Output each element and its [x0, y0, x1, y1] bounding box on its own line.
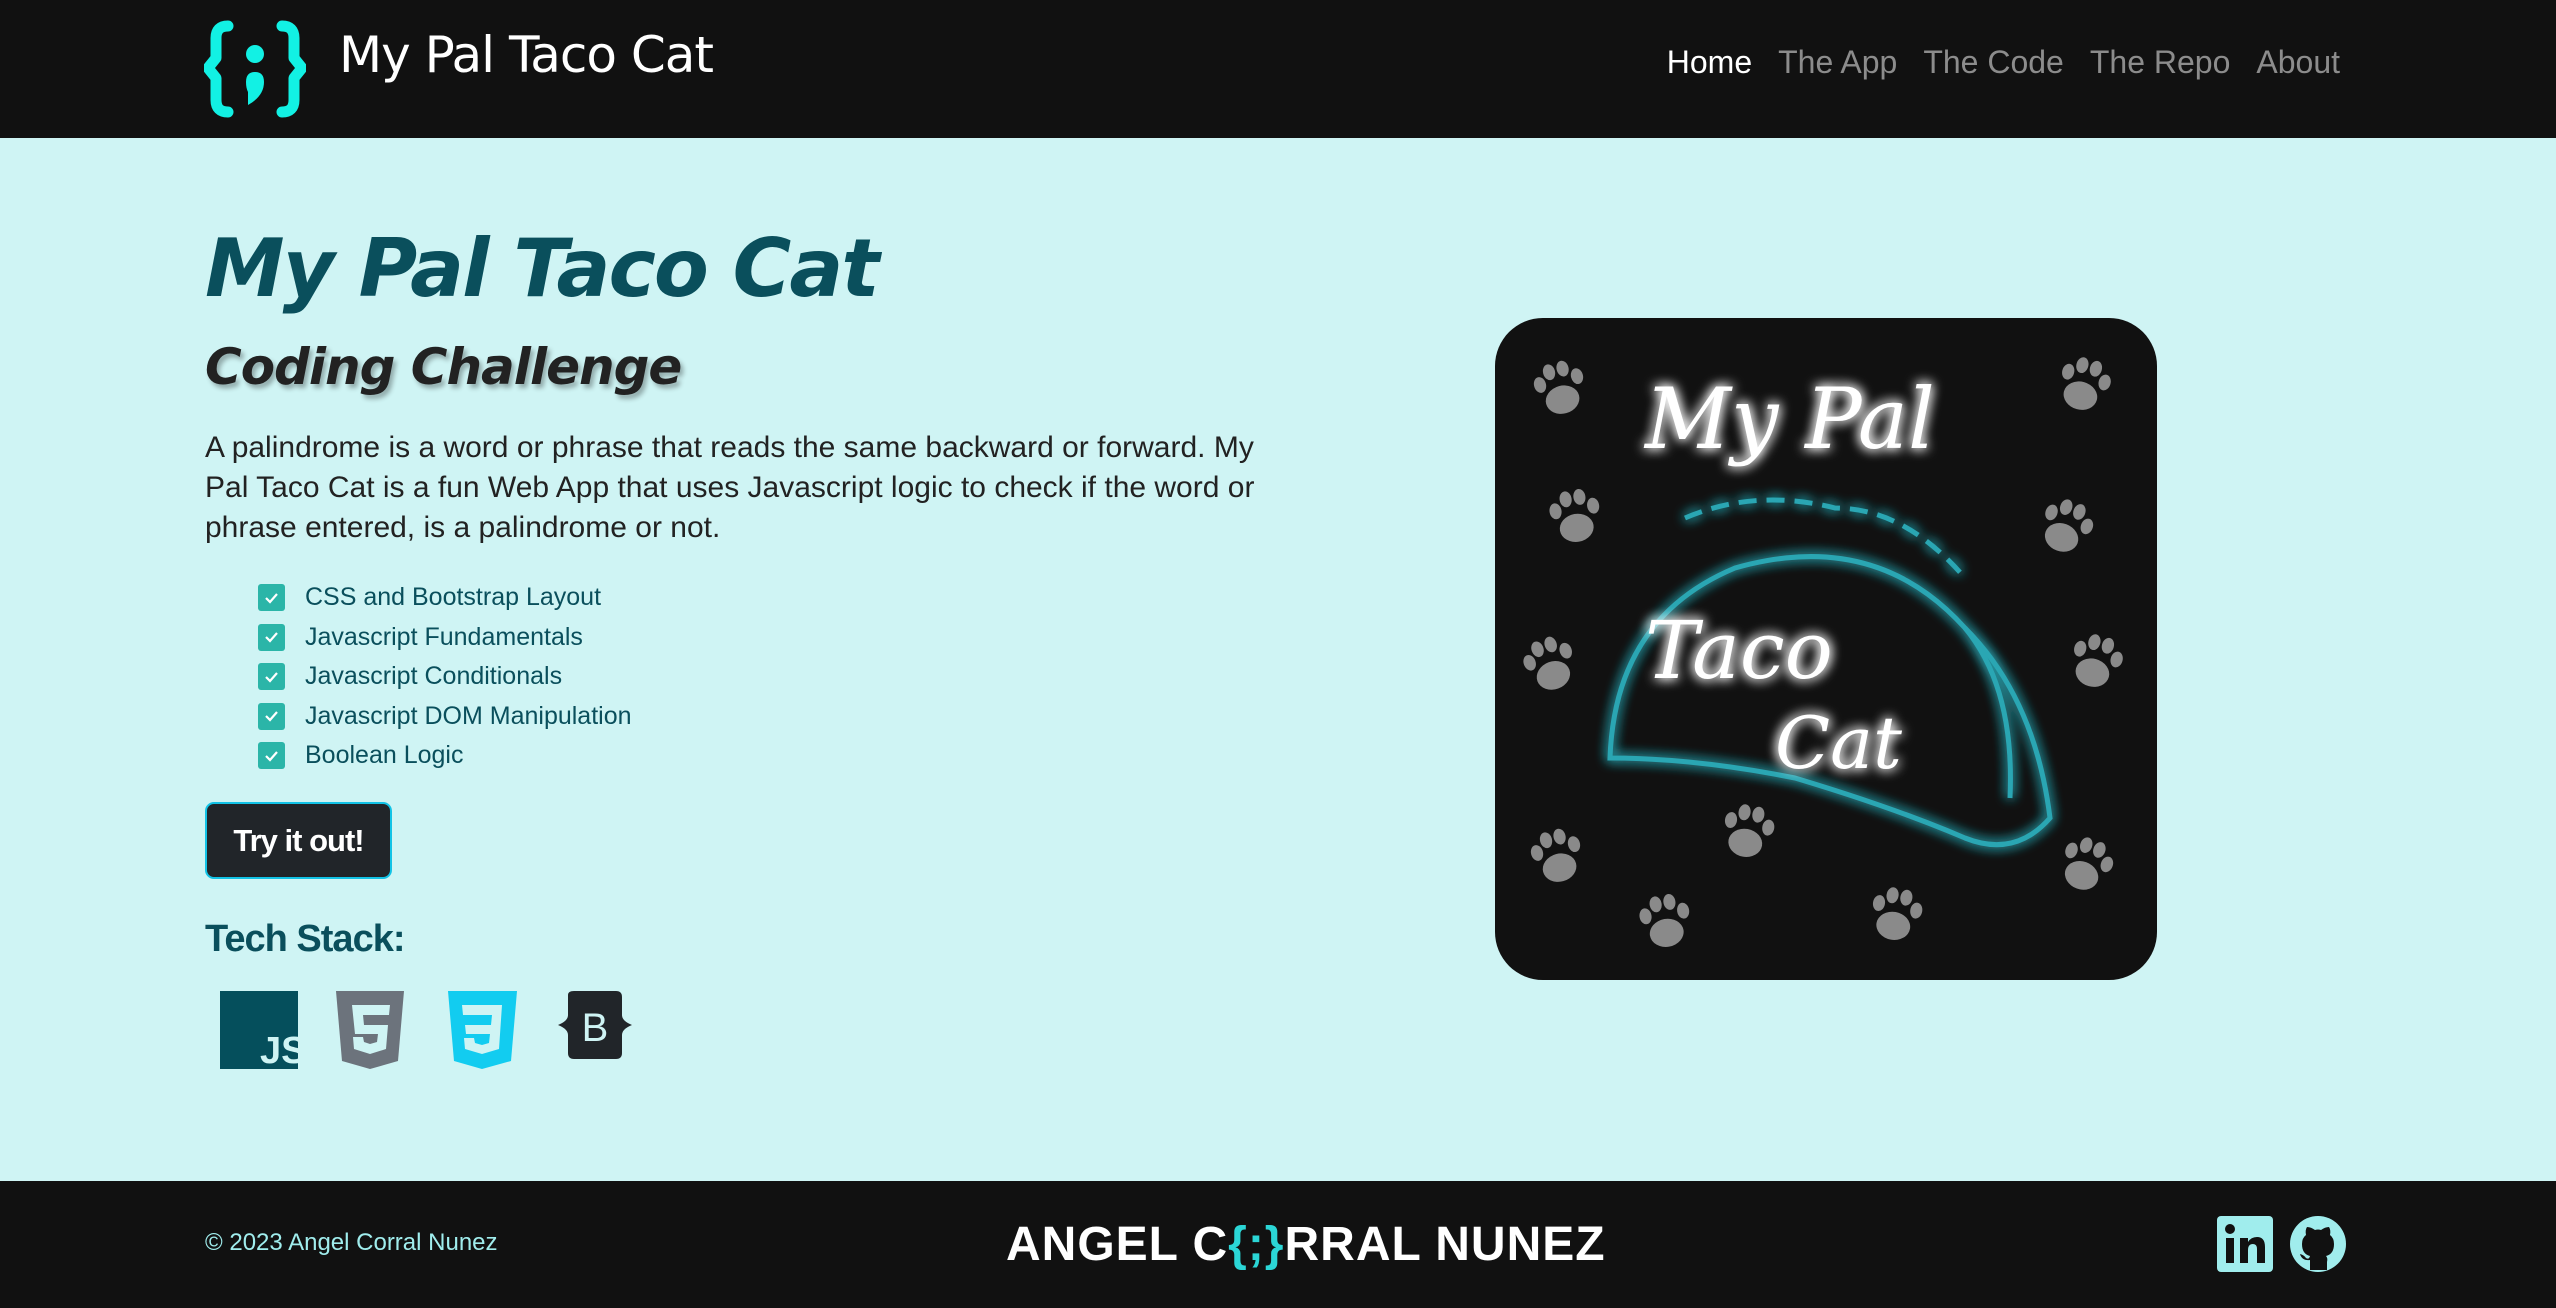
css3-icon [448, 991, 517, 1069]
feature-label: Javascript DOM Manipulation [305, 701, 632, 730]
list-item: CSS and Bootstrap Layout [258, 578, 632, 618]
feature-label: CSS and Bootstrap Layout [305, 583, 602, 612]
nav-the-app[interactable]: The App [1778, 44, 1897, 81]
nav-home[interactable]: Home [1667, 44, 1752, 81]
list-item: Javascript Conditionals [258, 657, 632, 697]
footer-brand-left: ANGEL C [1006, 1218, 1229, 1271]
hero-line-2: Taco [1645, 604, 1833, 697]
main-nav: Home The App The Code The Repo About [1667, 44, 2340, 81]
footer-brand: ANGEL C{;}RRAL NUNEZ [1006, 1217, 1606, 1272]
html5-icon [336, 991, 404, 1069]
footer-brand-right: RRAL NUNEZ [1284, 1218, 1606, 1271]
hero-lettering: My Pal Taco Cat [1643, 370, 1935, 785]
checkbox-icon [258, 702, 285, 730]
description: A palindrome is a word or phrase that re… [205, 431, 1255, 544]
nav-the-code[interactable]: The Code [1923, 44, 2064, 81]
feature-label: Javascript Conditionals [305, 662, 563, 691]
try-it-out-button[interactable]: Try it out! [205, 802, 392, 879]
taco-cat-hero-image: My Pal Taco Cat [1495, 318, 2157, 980]
checkbox-icon [258, 623, 285, 651]
svg-text:B: B [582, 1006, 609, 1050]
svg-text:JS: JS [260, 1030, 298, 1069]
list-item: Boolean Logic [258, 736, 632, 776]
feature-label: Boolean Logic [305, 741, 464, 770]
hero-line-1: My Pal [1643, 370, 1935, 468]
feature-list: CSS and Bootstrap Layout Javascript Fund… [258, 578, 632, 776]
checkbox-icon [258, 742, 285, 770]
nav-about[interactable]: About [2256, 44, 2340, 81]
page-subtitle: Coding Challenge [205, 338, 682, 396]
navbar: My Pal Taco Cat Home The App The Code Th… [0, 0, 2556, 138]
list-item: Javascript DOM Manipulation [258, 697, 632, 737]
curly-braces-semicolon-icon[interactable] [204, 20, 306, 118]
page-title: My Pal Taco Cat [205, 222, 880, 315]
linkedin-icon[interactable] [2217, 1216, 2273, 1272]
checkbox-icon [258, 663, 285, 691]
copyright: © 2023 Angel Corral Nunez [205, 1229, 498, 1256]
github-icon[interactable] [2290, 1216, 2346, 1272]
feature-label: Javascript Fundamentals [305, 622, 583, 651]
nav-the-repo[interactable]: The Repo [2090, 44, 2231, 81]
bootstrap-icon: B [558, 991, 632, 1059]
footer-brand-braces: {;} [1228, 1218, 1285, 1271]
javascript-icon: JS [220, 991, 298, 1069]
navbar-brand[interactable]: My Pal Taco Cat [339, 26, 714, 84]
list-item: Javascript Fundamentals [258, 618, 632, 658]
checkbox-icon [258, 584, 285, 612]
tech-stack-heading: Tech Stack: [205, 918, 405, 960]
footer: © 2023 Angel Corral Nunez ANGEL C{;}RRAL… [0, 1181, 2556, 1308]
hero-line-3: Cat [1775, 701, 1903, 785]
